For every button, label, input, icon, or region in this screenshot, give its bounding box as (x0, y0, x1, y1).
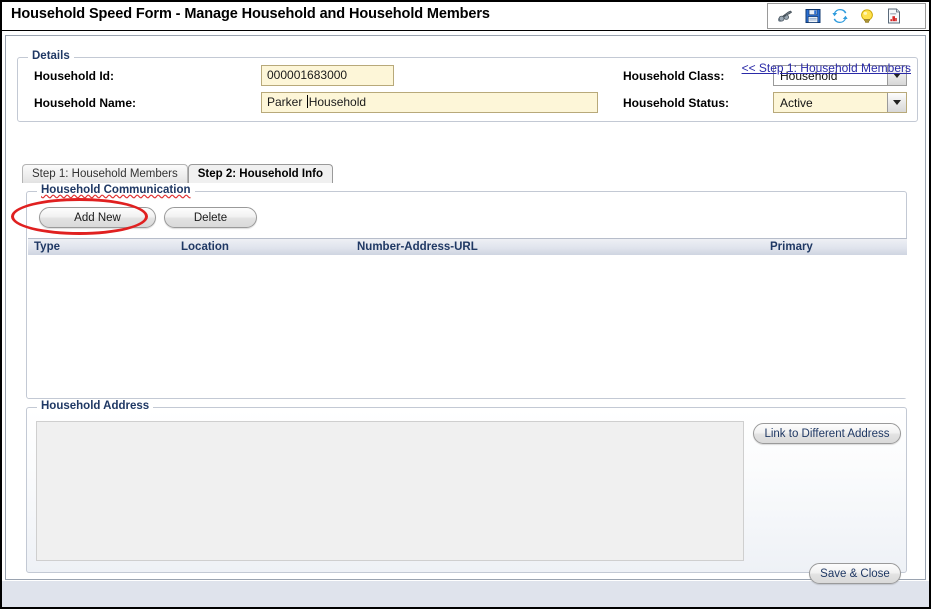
title-bar: Household Speed Form - Manage Household … (2, 2, 929, 31)
household-address-fieldset: Household Address Link to Different Addr… (26, 400, 907, 584)
add-new-button[interactable]: Add New (39, 207, 156, 228)
household-id-label: Household Id: (34, 69, 114, 83)
step-1-household-members-link[interactable]: << Step 1: Household Members (742, 61, 911, 75)
household-address-panel[interactable] (36, 421, 744, 561)
tab-strip: Step 1: Household Members Step 2: Househ… (22, 164, 333, 183)
household-communication-fieldset: Household Communication Add New Delete T… (26, 184, 907, 399)
chevron-down-icon-status[interactable] (887, 93, 906, 112)
report-icon[interactable] (886, 8, 902, 24)
household-id-input[interactable]: 000001683000 (261, 65, 394, 86)
refresh-icon[interactable] (832, 8, 848, 24)
household-name-input[interactable]: Parker Household (261, 92, 598, 113)
content-card: Details Household Id: 000001683000 House… (5, 35, 926, 584)
text-caret (306, 95, 308, 108)
household-status-select[interactable]: Active (773, 92, 907, 113)
save-icon[interactable] (805, 8, 821, 24)
household-id-value: 000001683000 (267, 68, 348, 82)
column-header-primary[interactable]: Primary (770, 241, 813, 253)
household-name-label: Household Name: (34, 96, 137, 110)
column-header-type[interactable]: Type (34, 241, 60, 253)
household-status-value: Active (780, 95, 813, 110)
footer-bar (2, 581, 929, 607)
delete-button[interactable]: Delete (164, 207, 257, 228)
column-header-location[interactable]: Location (181, 241, 229, 253)
page-body: Details Household Id: 000001683000 House… (2, 31, 929, 607)
page-title: Household Speed Form - Manage Household … (11, 6, 490, 22)
household-name-value-after-caret: Household (308, 95, 367, 109)
tab-step-2-household-info[interactable]: Step 2: Household Info (187, 164, 333, 183)
toolbar (767, 3, 926, 29)
tab-step-1-household-members[interactable]: Step 1: Household Members (22, 164, 188, 183)
details-legend: Details (28, 50, 74, 62)
binoculars-icon[interactable] (777, 8, 794, 24)
lightbulb-icon[interactable] (859, 8, 875, 24)
household-status-label: Household Status: (623, 96, 730, 110)
household-name-value-before-caret: Parker (267, 95, 306, 109)
household-communication-legend: Household Communication (37, 184, 195, 196)
link-to-different-address-button[interactable]: Link to Different Address (753, 423, 901, 444)
household-address-legend: Household Address (37, 400, 154, 412)
column-header-number-address-url[interactable]: Number-Address-URL (357, 241, 478, 253)
save-and-close-button[interactable]: Save & Close (809, 563, 901, 584)
application-window: Household Speed Form - Manage Household … (0, 0, 931, 609)
household-class-label: Household Class: (623, 69, 725, 83)
communication-table-body (28, 255, 907, 398)
